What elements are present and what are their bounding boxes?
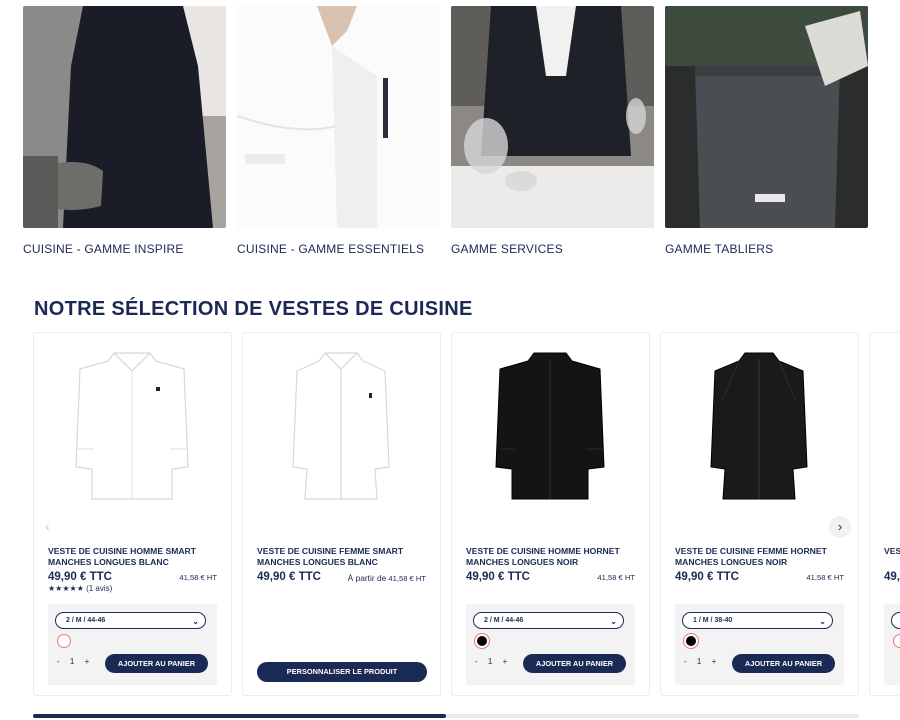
size-select-value: 2 / M / 44-46 xyxy=(484,617,524,624)
color-swatch-white[interactable] xyxy=(893,634,900,648)
qty-minus-button[interactable]: - xyxy=(684,657,687,666)
qty-minus-button[interactable]: - xyxy=(475,657,478,666)
category-image-inspire[interactable] xyxy=(23,6,226,228)
product-name[interactable]: VES BLA xyxy=(884,546,900,557)
product-image[interactable] xyxy=(452,333,649,533)
carousel-scrollbar-thumb[interactable] xyxy=(33,714,446,718)
qty-minus-button[interactable]: - xyxy=(57,657,60,666)
product-price-ht-block: À partir de 41,58 € HT xyxy=(348,573,426,583)
category-image-services[interactable] xyxy=(451,6,654,228)
qty-plus-button[interactable]: + xyxy=(85,657,90,666)
chevron-right-icon: › xyxy=(837,519,843,534)
size-select-value: 2 / M / 44-46 xyxy=(66,617,106,624)
chevron-down-icon: ⌄ xyxy=(192,617,199,626)
category-tile-tabliers[interactable]: GAMME TABLIERS xyxy=(665,6,868,256)
product-card[interactable]: VESTE DE CUISINE FEMME SMART MANCHES LON… xyxy=(242,332,441,696)
category-label[interactable]: GAMME SERVICES xyxy=(451,242,563,256)
add-to-cart-button[interactable]: AJOUTER AU PANIER xyxy=(523,654,626,673)
size-select[interactable] xyxy=(891,612,900,629)
size-select[interactable]: 1 / M / 38-40 ⌄ xyxy=(682,612,833,629)
product-card[interactable]: VESTE DE CUISINE FEMME HORNET MANCHES LO… xyxy=(660,332,859,696)
product-name[interactable]: VESTE DE CUISINE HOMME HORNET MANCHES LO… xyxy=(466,546,641,567)
carousel-prev-button[interactable]: ‹ xyxy=(45,518,50,534)
color-swatch-white[interactable] xyxy=(57,634,71,648)
chevron-left-icon: ‹ xyxy=(45,518,50,534)
section-title: NOTRE SÉLECTION DE VESTES DE CUISINE xyxy=(34,298,473,320)
quantity-stepper: - 1 + xyxy=(57,657,97,666)
carousel-next-button[interactable]: › xyxy=(829,516,851,538)
product-price-ht: 41,58 € HT xyxy=(597,573,635,582)
price-from-label: À partir de xyxy=(347,573,387,583)
category-image-essentiels[interactable] xyxy=(237,6,440,228)
add-to-cart-button[interactable]: AJOUTER AU PANIER xyxy=(105,654,208,673)
product-image[interactable] xyxy=(243,333,440,533)
qty-plus-button[interactable]: + xyxy=(712,657,717,666)
add-to-cart-button[interactable]: AJOUTER AU PANIER xyxy=(732,654,835,673)
product-card[interactable]: VESTE DE CUISINE HOMME SMART MANCHES LON… xyxy=(33,332,232,696)
product-price: 49,90 € TTC xyxy=(257,571,321,583)
product-price-ht: 41,58 € HT xyxy=(388,574,426,583)
size-select[interactable]: 2 / M / 44-46 ⌄ xyxy=(55,612,206,629)
size-select-value: 1 / M / 38-40 xyxy=(693,617,733,624)
product-price-ht: 41,58 € HT xyxy=(179,573,217,582)
product-price: 49,90 € TTC xyxy=(466,571,530,583)
qty-value[interactable]: 1 xyxy=(70,657,74,666)
color-swatch-black[interactable] xyxy=(475,634,489,648)
carousel-scrollbar[interactable] xyxy=(33,714,859,718)
color-swatch-black[interactable] xyxy=(684,634,698,648)
qty-value[interactable]: 1 xyxy=(488,657,492,666)
product-options xyxy=(884,604,900,685)
qty-plus-button[interactable]: + xyxy=(503,657,508,666)
category-label[interactable]: GAMME TABLIERS xyxy=(665,242,773,256)
quantity-stepper: - 1 + xyxy=(684,657,724,666)
product-name[interactable]: VESTE DE CUISINE HOMME SMART MANCHES LON… xyxy=(48,546,223,567)
size-select[interactable]: 2 / M / 44-46 ⌄ xyxy=(473,612,624,629)
category-tile-essentiels[interactable]: CUISINE - GAMME ESSENTIELS xyxy=(237,6,440,256)
product-price-ht: 41,58 € HT xyxy=(806,573,844,582)
product-card[interactable]: VESTE DE CUISINE HOMME HORNET MANCHES LO… xyxy=(451,332,650,696)
product-price: 49,90 € TTC xyxy=(48,571,112,583)
product-options: 2 / M / 44-46 ⌄ - 1 + AJOUTER AU PANIER xyxy=(466,604,635,685)
chevron-down-icon: ⌄ xyxy=(610,617,617,626)
product-name[interactable]: VESTE DE CUISINE FEMME HORNET MANCHES LO… xyxy=(675,546,850,567)
product-price: 49,90 € TTC xyxy=(675,571,739,583)
customize-product-button[interactable]: PERSONNALISER LE PRODUIT xyxy=(257,662,427,682)
category-tile-inspire[interactable]: CUISINE - GAMME INSPIRE xyxy=(23,6,226,256)
category-label[interactable]: CUISINE - GAMME INSPIRE xyxy=(23,242,184,256)
product-options: 2 / M / 44-46 ⌄ - 1 + AJOUTER AU PANIER xyxy=(48,604,217,685)
rating-stars[interactable]: ★★★★★ (1 avis) xyxy=(48,584,112,593)
category-image-tabliers[interactable] xyxy=(665,6,868,228)
chevron-down-icon: ⌄ xyxy=(819,617,826,626)
qty-value[interactable]: 1 xyxy=(697,657,701,666)
product-image[interactable] xyxy=(34,333,231,533)
category-tile-services[interactable]: GAMME SERVICES xyxy=(451,6,654,256)
category-label[interactable]: CUISINE - GAMME ESSENTIELS xyxy=(237,242,424,256)
product-image[interactable] xyxy=(661,333,858,533)
product-name[interactable]: VESTE DE CUISINE FEMME SMART MANCHES LON… xyxy=(257,546,432,567)
product-card-partial[interactable]: VES BLA 49, xyxy=(869,332,900,696)
product-options: 1 / M / 38-40 ⌄ - 1 + AJOUTER AU PANIER xyxy=(675,604,844,685)
product-price: 49, xyxy=(884,571,900,583)
quantity-stepper: - 1 + xyxy=(475,657,515,666)
